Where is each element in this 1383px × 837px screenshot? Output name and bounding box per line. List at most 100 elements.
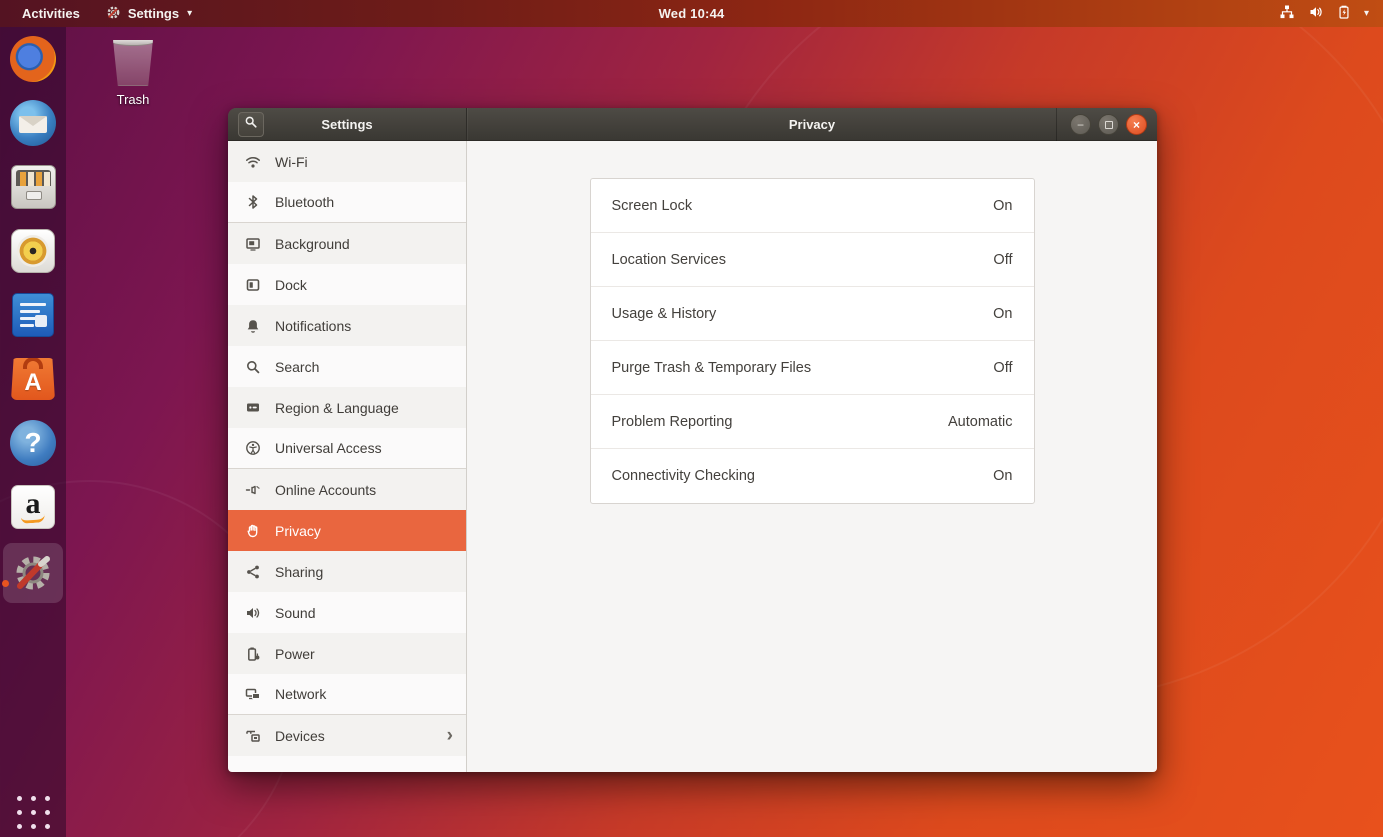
search-icon bbox=[245, 359, 261, 375]
dock-item-settings-active[interactable] bbox=[3, 543, 63, 603]
row-value: Off bbox=[993, 360, 1012, 376]
sidebar-item-label: Power bbox=[275, 646, 315, 662]
row-label: Usage & History bbox=[612, 306, 717, 322]
sidebar-item-sharing[interactable]: Sharing bbox=[228, 551, 466, 592]
sidebar-header: Settings bbox=[228, 108, 467, 140]
clock[interactable]: Wed 10:44 bbox=[659, 0, 725, 27]
battery-charging-icon bbox=[1337, 4, 1351, 23]
libreoffice-writer-icon bbox=[12, 293, 54, 337]
sidebar-item-background[interactable]: Background bbox=[228, 223, 466, 264]
dock-item-libreoffice-writer[interactable] bbox=[9, 291, 57, 339]
power-battery-icon bbox=[245, 646, 261, 662]
sidebar-item-label: Sharing bbox=[275, 564, 323, 580]
sharing-icon bbox=[245, 564, 261, 580]
dock-item-help[interactable]: ? bbox=[9, 419, 57, 467]
row-location-services[interactable]: Location Services Off bbox=[591, 233, 1034, 287]
settings-sidebar: Wi-Fi Bluetooth Background Dock Notifica… bbox=[228, 141, 467, 772]
row-value: On bbox=[993, 198, 1012, 214]
row-label: Location Services bbox=[612, 252, 726, 268]
chevron-right-icon: › bbox=[447, 725, 453, 747]
wifi-icon bbox=[245, 154, 261, 170]
chevron-down-icon: ▾ bbox=[1364, 8, 1369, 19]
privacy-hand-icon bbox=[245, 523, 261, 539]
window-title: Privacy bbox=[789, 117, 835, 132]
online-accounts-icon bbox=[245, 482, 261, 498]
thunderbird-icon bbox=[10, 100, 56, 146]
row-value: Automatic bbox=[948, 414, 1012, 430]
sidebar-item-label: Bluetooth bbox=[275, 194, 334, 210]
dock-item-thunderbird[interactable] bbox=[9, 99, 57, 147]
system-tray[interactable]: ▾ bbox=[1279, 0, 1383, 27]
notifications-bell-icon bbox=[245, 318, 261, 334]
dock-icon bbox=[245, 277, 261, 293]
privacy-panel: Screen Lock On Location Services Off Usa… bbox=[467, 141, 1157, 772]
sidebar-title: Settings bbox=[321, 117, 372, 132]
titlebar[interactable]: Settings Privacy − × bbox=[228, 108, 1157, 141]
amazon-smile-arrow bbox=[21, 514, 45, 524]
row-label: Screen Lock bbox=[612, 198, 693, 214]
app-menu-label: Settings bbox=[128, 6, 179, 21]
sidebar-item-online-accounts[interactable]: Online Accounts bbox=[228, 469, 466, 510]
sidebar-item-wifi[interactable]: Wi-Fi bbox=[228, 141, 466, 182]
row-value: Off bbox=[993, 252, 1012, 268]
search-icon bbox=[244, 115, 258, 134]
app-grid-button[interactable] bbox=[12, 791, 54, 833]
sidebar-item-universal-access[interactable]: Universal Access bbox=[228, 428, 466, 469]
row-purge-trash[interactable]: Purge Trash & Temporary Files Off bbox=[591, 341, 1034, 395]
devices-icon bbox=[245, 728, 261, 744]
sidebar-item-bluetooth[interactable]: Bluetooth bbox=[228, 182, 466, 223]
sidebar-item-sound[interactable]: Sound bbox=[228, 592, 466, 633]
row-connectivity-checking[interactable]: Connectivity Checking On bbox=[591, 449, 1034, 503]
close-button[interactable]: × bbox=[1126, 114, 1147, 135]
sidebar-item-notifications[interactable]: Notifications bbox=[228, 305, 466, 346]
sidebar-item-label: Dock bbox=[275, 277, 307, 293]
dock-item-amazon[interactable]: a bbox=[9, 483, 57, 531]
dock-item-files[interactable] bbox=[9, 163, 57, 211]
amazon-icon: a bbox=[11, 485, 55, 529]
sidebar-item-network[interactable]: Network bbox=[228, 674, 466, 715]
sidebar-item-devices[interactable]: Devices › bbox=[228, 715, 466, 756]
sidebar-item-label: Wi-Fi bbox=[275, 154, 308, 170]
row-screen-lock[interactable]: Screen Lock On bbox=[591, 179, 1034, 233]
settings-gear-icon bbox=[106, 5, 121, 23]
maximize-button[interactable] bbox=[1098, 114, 1119, 135]
header-separator bbox=[1056, 108, 1057, 141]
region-language-flag-icon bbox=[245, 400, 261, 416]
app-menu-button[interactable]: Settings ▾ bbox=[106, 5, 192, 23]
privacy-settings-list: Screen Lock On Location Services Off Usa… bbox=[590, 178, 1035, 504]
search-button[interactable] bbox=[238, 112, 264, 137]
sidebar-item-label: Background bbox=[275, 236, 350, 252]
top-bar: Activities Settings ▾ Wed 10:44 ▾ bbox=[0, 0, 1383, 27]
help-question-mark: ? bbox=[24, 427, 41, 459]
minimize-button[interactable]: − bbox=[1070, 114, 1091, 135]
bluetooth-icon bbox=[245, 194, 261, 210]
help-icon: ? bbox=[10, 420, 56, 466]
universal-access-icon bbox=[245, 440, 261, 456]
running-indicator-dot bbox=[2, 580, 9, 587]
sidebar-item-label: Devices bbox=[275, 728, 325, 744]
network-icon bbox=[245, 686, 261, 702]
dock-item-rhythmbox[interactable] bbox=[9, 227, 57, 275]
sidebar-item-dock[interactable]: Dock bbox=[228, 264, 466, 305]
dock-item-ubuntu-software[interactable]: A bbox=[9, 355, 57, 403]
sidebar-item-privacy[interactable]: Privacy bbox=[228, 510, 466, 551]
dock-item-firefox[interactable] bbox=[9, 35, 57, 83]
main-header: Privacy − × bbox=[467, 108, 1157, 140]
dock: A ? a bbox=[0, 27, 66, 837]
chevron-down-icon: ▾ bbox=[187, 8, 192, 19]
ubuntu-software-icon: A bbox=[11, 358, 55, 400]
files-icon bbox=[11, 165, 56, 209]
sidebar-item-search[interactable]: Search bbox=[228, 346, 466, 387]
close-icon: × bbox=[1133, 119, 1140, 131]
network-wired-icon bbox=[1279, 4, 1295, 23]
sidebar-item-label: Privacy bbox=[275, 523, 321, 539]
row-problem-reporting[interactable]: Problem Reporting Automatic bbox=[591, 395, 1034, 449]
row-usage-history[interactable]: Usage & History On bbox=[591, 287, 1034, 341]
trash-label: Trash bbox=[100, 92, 166, 107]
desktop-trash[interactable]: Trash bbox=[100, 40, 166, 107]
activities-button[interactable]: Activities bbox=[18, 4, 84, 23]
trash-icon bbox=[113, 40, 153, 86]
firefox-icon bbox=[10, 36, 56, 82]
sidebar-item-region-language[interactable]: Region & Language bbox=[228, 387, 466, 428]
sidebar-item-power[interactable]: Power bbox=[228, 633, 466, 674]
